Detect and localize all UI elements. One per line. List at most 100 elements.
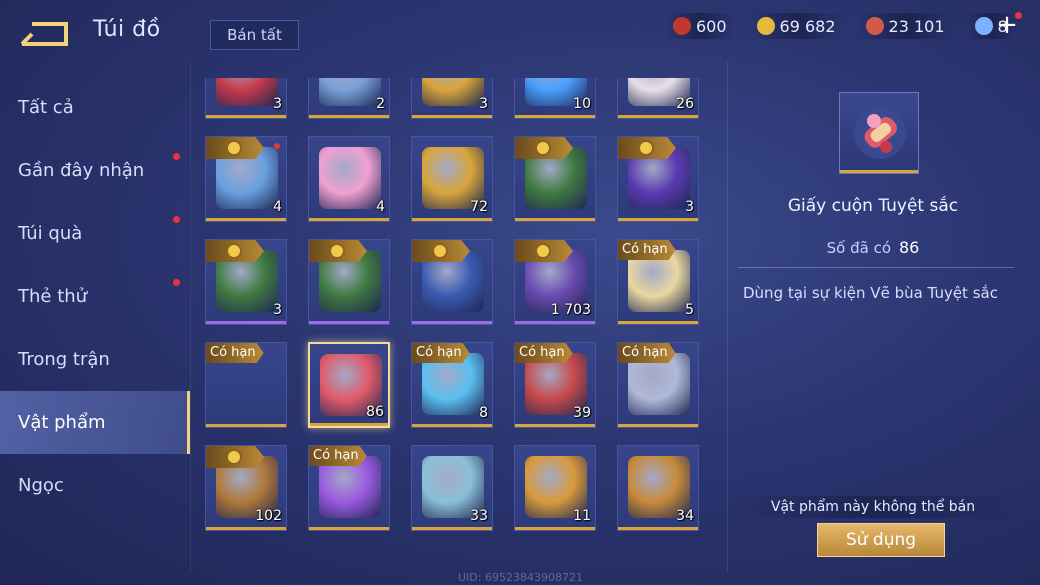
inventory-slot[interactable]: 2: [308, 78, 390, 119]
item-quantity: 5: [685, 302, 694, 318]
limited-tag: Có hạn: [515, 343, 573, 363]
sidebar-item-label: Gần đây nhận: [18, 160, 145, 181]
sidebar-item-4[interactable]: Trong trận: [0, 328, 190, 391]
gold-coin-icon: [535, 140, 551, 156]
item-quantity: 3: [685, 199, 694, 215]
back-button[interactable]: [18, 20, 70, 48]
rarity-bar: [206, 115, 286, 118]
inventory-slot[interactable]: 102: [205, 445, 287, 531]
rarity-bar: [206, 527, 286, 530]
notification-dot: [173, 216, 180, 223]
inventory-slot[interactable]: 3: [205, 239, 287, 325]
inventory-slot[interactable]: 11: [514, 445, 596, 531]
item-detail-panel: Giấy cuộn Tuyệt sắc Số đã có 86 Dùng tại …: [728, 62, 1040, 585]
user-id: UID: 69523843908721: [458, 571, 583, 584]
inventory-slot[interactable]: 3: [205, 78, 287, 119]
top-bar: Túi đồ Bán tất 600 69 682 23 101 8 +: [0, 0, 1040, 62]
inventory-slot[interactable]: Có hạn 5: [617, 239, 699, 325]
gold-shard-icon: [422, 78, 484, 106]
category-sidebar: Tất cả Gần đây nhận Túi quà Thẻ thử Trong tr…: [0, 76, 190, 517]
inventory-slot[interactable]: 34: [617, 445, 699, 531]
rarity-bar: [515, 321, 595, 324]
item-quantity: 26: [676, 96, 694, 112]
use-button[interactable]: Sử dụng: [817, 523, 945, 557]
gold-coin-icon: [432, 243, 448, 259]
item-quantity: 3: [273, 96, 282, 112]
rarity-bar: [310, 423, 388, 426]
ruby-icon: [865, 17, 884, 35]
inventory-scroll-area[interactable]: 3 2 3 10 26 4 4 72 3 3 1 703 Có hạn 5 Có hạn 86 Có hạn 8…: [205, 78, 715, 548]
inventory-slot[interactable]: Có hạn: [617, 342, 699, 428]
inventory-slot[interactable]: 33: [411, 445, 493, 531]
gold-coin-icon: [226, 243, 242, 259]
currency-1: 69 682: [748, 13, 844, 39]
red-gem-icon: [673, 17, 691, 35]
page-title: Túi đồ: [93, 17, 161, 42]
owned-label: Số đã có: [826, 239, 891, 257]
currency-0: 600: [665, 13, 735, 39]
rarity-bar: [309, 218, 389, 221]
gold-coin-tag: [515, 240, 573, 262]
item-quantity: 102: [255, 508, 282, 524]
notification-dot: [173, 153, 180, 160]
rarity-bar: [618, 527, 698, 530]
gold-coin-tag: [618, 137, 676, 159]
item-name: Giấy cuộn Tuyệt sắc: [787, 196, 959, 216]
owned-value: 86: [899, 238, 920, 257]
gold-coin-icon: [226, 449, 242, 465]
inventory-slot[interactable]: 72: [411, 136, 493, 222]
inventory-slot[interactable]: 10: [514, 78, 596, 119]
back-arrow-icon: [20, 22, 68, 46]
sidebar-item-label: Túi quà: [18, 223, 83, 244]
sidebar-item-2[interactable]: Túi quà: [0, 202, 190, 265]
rarity-bar: [515, 527, 595, 530]
item-quantity: 39: [573, 405, 591, 421]
inventory-slot[interactable]: Có hạn 8: [411, 342, 493, 428]
sidebar-item-0[interactable]: Tất cả: [0, 76, 190, 139]
inventory-slot[interactable]: [411, 239, 493, 325]
gold-coin-tag: [206, 240, 264, 262]
inventory-slot[interactable]: Có hạn 39: [514, 342, 596, 428]
inventory-slot[interactable]: 3: [617, 136, 699, 222]
flower-bouquet-icon: [216, 78, 278, 106]
inventory-slot[interactable]: 86: [308, 342, 390, 428]
item-description: Dùng tại sự kiện Vẽ bùa Tuyệt sắc: [743, 284, 998, 302]
rarity-bar: [618, 424, 698, 427]
item-quantity: 8: [479, 405, 488, 421]
notification-dot: [173, 279, 180, 286]
currency-value: 600: [696, 16, 727, 36]
limited-tag: Có hạn: [618, 343, 676, 363]
sidebar-item-label: Vật phẩm: [18, 412, 106, 433]
sell-all-button[interactable]: Bán tất: [210, 20, 299, 50]
sidebar-item-3[interactable]: Thẻ thử: [0, 265, 190, 328]
sidebar-item-1[interactable]: Gần đây nhận: [0, 139, 190, 202]
inventory-slot[interactable]: [514, 136, 596, 222]
inventory-slot[interactable]: [308, 239, 390, 325]
item-quantity: 2: [376, 96, 385, 112]
currency-value: 69 682: [779, 16, 836, 36]
currency-value: 23 101: [888, 16, 945, 36]
item-quantity: 11: [573, 508, 591, 524]
inventory-slot[interactable]: 4: [205, 136, 287, 222]
rarity-bar: [412, 321, 492, 324]
crystal-card-icon: [974, 17, 993, 35]
inventory-slot[interactable]: 4: [308, 136, 390, 222]
sidebar-item-5[interactable]: Vật phẩm: [0, 391, 190, 454]
sidebar-item-label: Tất cả: [18, 97, 74, 118]
rarity-bar: [412, 115, 492, 118]
rarity-bar: [618, 218, 698, 221]
inventory-slot[interactable]: 1 703: [514, 239, 596, 325]
sidebar-item-6[interactable]: Ngọc: [0, 454, 190, 517]
rarity-bar: [309, 321, 389, 324]
gold-coin-tag: [206, 137, 264, 159]
gold-coin-icon: [638, 140, 654, 156]
item-quantity: 3: [479, 96, 488, 112]
inventory-slot[interactable]: 26: [617, 78, 699, 119]
inventory-slot[interactable]: Có hạn: [205, 342, 287, 428]
rarity-bar: [412, 218, 492, 221]
item-quantity: 72: [470, 199, 488, 215]
item-quantity: 3: [273, 302, 282, 318]
detail-separator: [738, 267, 1014, 268]
inventory-slot[interactable]: Có hạn: [308, 445, 390, 531]
inventory-slot[interactable]: 3: [411, 78, 493, 119]
